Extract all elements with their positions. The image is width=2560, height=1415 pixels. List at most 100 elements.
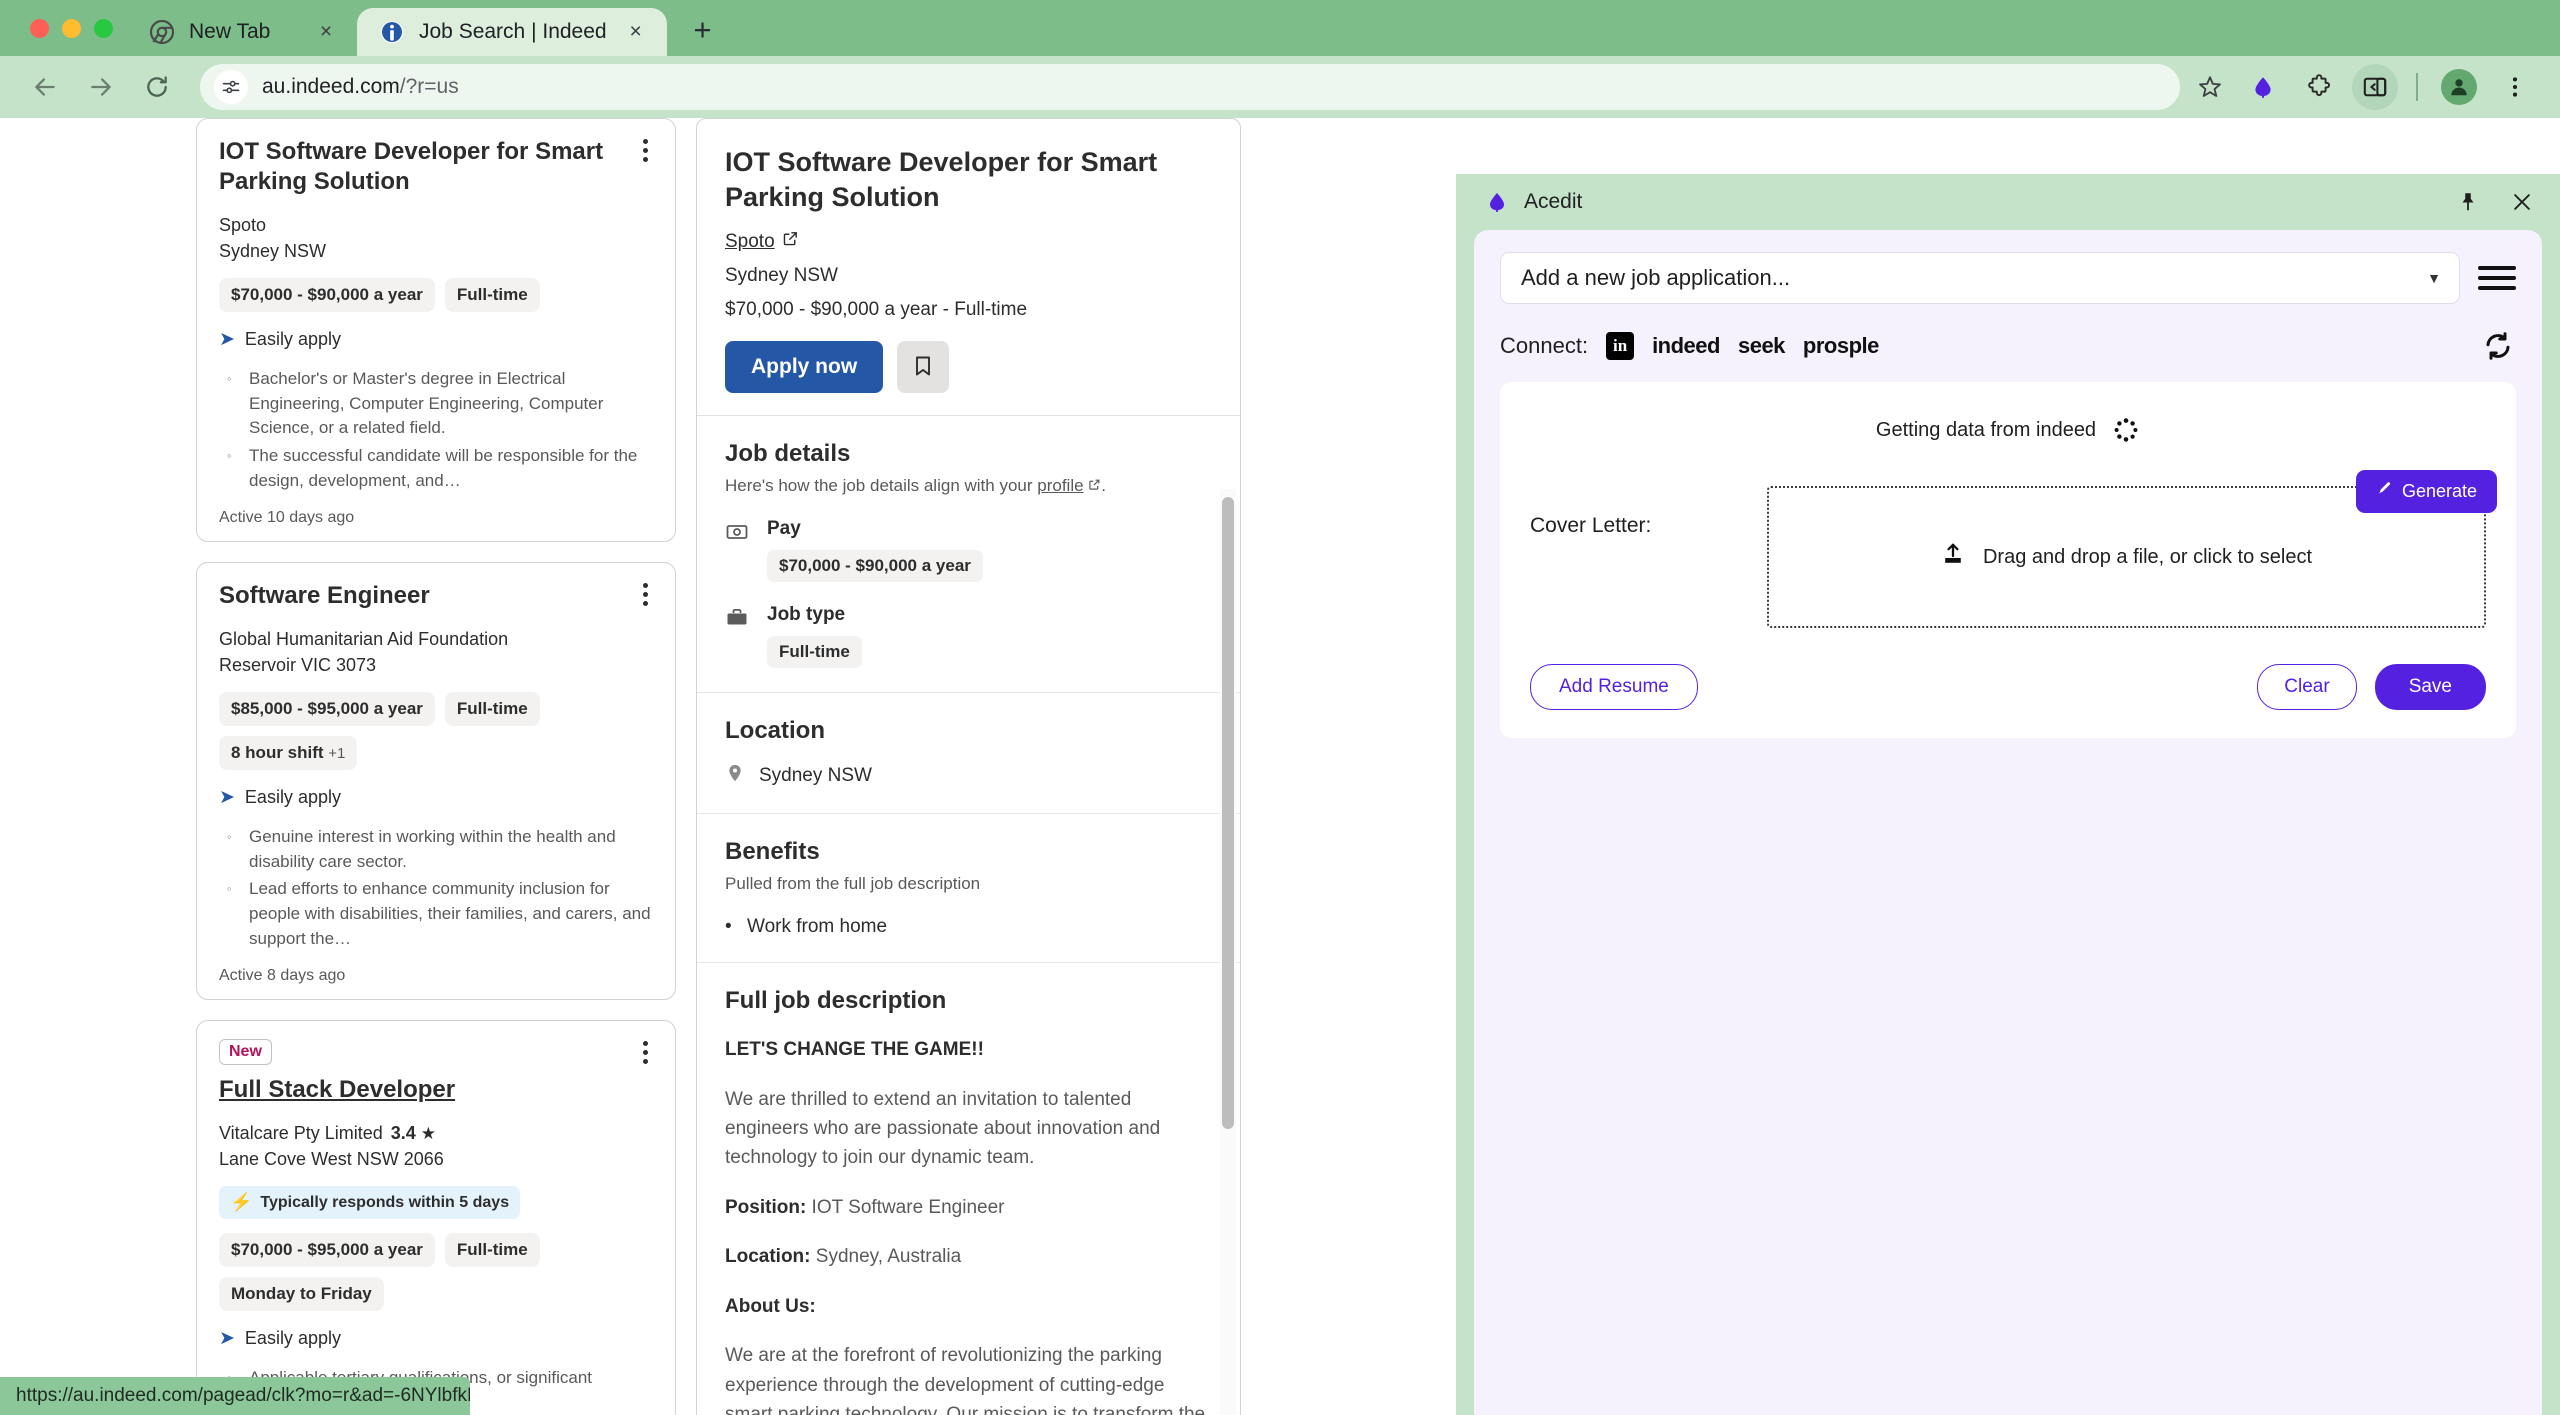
prosple-icon[interactable]: prosple [1803, 333, 1879, 359]
add-resume-button[interactable]: Add Resume [1530, 664, 1698, 710]
easily-apply-label: Easily apply [244, 1328, 341, 1349]
easily-apply-label: Easily apply [244, 329, 341, 350]
job-pay-summary: $70,000 - $90,000 a year - Full-time [725, 299, 1028, 321]
profile-avatar-icon[interactable] [2436, 64, 2482, 110]
forward-icon[interactable] [78, 64, 124, 110]
reload-icon[interactable] [134, 64, 180, 110]
jobtype-label: Job type [767, 604, 846, 626]
company-name: Spoto [725, 230, 775, 252]
list-item: ◦ Genuine interest in working within the … [227, 825, 655, 874]
job-results-list: IOT Software Developer for Smart Parking… [196, 118, 676, 1415]
job-card-company: Spoto Sydney NSW [219, 212, 655, 264]
avatar [2441, 69, 2477, 105]
refresh-icon[interactable] [2480, 328, 2516, 364]
job-card-menu-icon[interactable] [631, 577, 659, 611]
browser-window: New Tab × Job Search | Indeed × + au.ind… [0, 0, 2560, 1415]
company-link[interactable]: Spoto [725, 230, 799, 253]
save-job-button[interactable] [897, 341, 950, 394]
acedit-footer: Add Resume Clear Save [1530, 664, 2486, 710]
maximize-window-button[interactable] [94, 18, 113, 38]
window-controls [20, 0, 127, 56]
generate-button[interactable]: Generate [2355, 470, 2497, 513]
job-card[interactable]: Software Engineer Global Humanitarian Ai… [196, 562, 676, 1001]
extensions-puzzle-icon[interactable] [2296, 64, 2342, 110]
job-application-select[interactable]: Add a new job application... ▼ [1500, 252, 2460, 304]
select-value: Add a new job application... [1521, 265, 1791, 290]
clear-button[interactable]: Clear [2257, 664, 2357, 710]
company-name: Spoto [219, 214, 267, 235]
job-card[interactable]: New Full Stack Developer Vitalcare Pty L… [196, 1020, 676, 1415]
job-card-active-date: Active 10 days ago [219, 509, 355, 527]
save-button[interactable]: Save [2374, 664, 2486, 710]
chrome-menu-icon[interactable] [2492, 64, 2538, 110]
list-item: • Work from home [725, 916, 1212, 938]
cover-letter-label: Cover Letter: [1530, 514, 1652, 537]
pin-icon[interactable] [2448, 182, 2488, 222]
bookmark-star-icon[interactable] [2190, 67, 2230, 107]
job-detail-actions: Apply now [725, 341, 1212, 394]
job-detail-panel: IOT Software Developer for Smart Parking… [696, 118, 1241, 1415]
seek-icon[interactable]: seek [1738, 333, 1785, 359]
job-card-menu-icon[interactable] [631, 1035, 659, 1069]
connect-label: Connect: [1500, 333, 1589, 358]
linkedin-icon[interactable]: in [1606, 332, 1635, 360]
close-window-button[interactable] [30, 18, 49, 38]
indeed-icon[interactable]: indeed [1652, 333, 1720, 359]
close-icon[interactable]: × [621, 17, 651, 47]
description-intro: We are thrilled to extend an invitation … [725, 1088, 1161, 1169]
description-tagline: LET'S CHANGE THE GAME!! [725, 1039, 984, 1061]
description-location: Location: Sydney, Australia [725, 1246, 962, 1268]
jobtype-row: Job type Full-time [725, 604, 1212, 669]
apply-now-button[interactable]: Apply now [725, 341, 884, 394]
job-card-title[interactable]: IOT Software Developer for Smart Parking… [219, 137, 655, 198]
schedule-chip: Monday to Friday [219, 1277, 384, 1312]
benefit-text: Work from home [747, 916, 888, 938]
tab-new-tab[interactable]: New Tab × [127, 8, 357, 56]
job-card[interactable]: IOT Software Developer for Smart Parking… [196, 118, 676, 543]
job-card-company: Vitalcare Pty Limited 3.4 ★ Lane Cove Wes… [219, 1120, 655, 1173]
salary-chip: $85,000 - $95,000 a year [219, 691, 435, 726]
new-tab-button[interactable]: + [681, 8, 725, 52]
connect-row: Connect: in indeed seek prosple [1500, 328, 2516, 364]
bullet-text: Bachelor's or Master's degree in Electri… [249, 369, 604, 438]
address-bar[interactable]: au.indeed.com/?r=us [200, 64, 2180, 110]
list-item: ◦ Bachelor's or Master's degree in Electr… [227, 367, 655, 441]
minimize-window-button[interactable] [62, 18, 81, 38]
side-panel-icon[interactable] [2352, 64, 2398, 110]
easily-apply-label: Easily apply [244, 786, 341, 807]
cover-letter-row: Cover Letter: Generate Drag and drop a f… [1530, 470, 2497, 628]
acedit-logo-icon [1484, 189, 1510, 215]
job-card-menu-icon[interactable] [631, 133, 659, 167]
close-icon[interactable]: × [311, 17, 341, 47]
bullet-icon: ◦ [227, 828, 232, 844]
external-link-icon [782, 230, 799, 253]
indeed-page: IOT Software Developer for Smart Parking… [0, 118, 1452, 1415]
jobtype-chip: Full-time [444, 1233, 540, 1268]
pay-row: Pay $70,000 - $90,000 a year [725, 518, 1212, 583]
job-card-company: Global Humanitarian Aid Foundation Reser… [219, 626, 655, 678]
profile-link[interactable]: profile [1037, 476, 1083, 495]
cover-letter-dropzone[interactable]: Generate Drag and drop a file, or click … [1767, 470, 2497, 628]
job-card-title[interactable]: Full Stack Developer [219, 1075, 655, 1105]
detail-scrollbar-thumb[interactable] [1222, 497, 1234, 1129]
salary-chip: $70,000 - $90,000 a year [219, 278, 435, 313]
status-bar-url: https://au.indeed.com/pagead/clk?mo=r&ad… [0, 1377, 470, 1415]
bolt-icon: ⚡ [230, 1192, 253, 1213]
job-card-chips: $70,000 - $95,000 a year Full-time Monda… [219, 1233, 655, 1312]
tab-job-search-indeed[interactable]: Job Search | Indeed × [357, 8, 667, 56]
salary-chip: $70,000 - $95,000 a year [219, 1233, 435, 1268]
jobtype-chip: Full-time [444, 278, 540, 313]
job-location: Lane Cove West NSW 2066 [219, 1149, 444, 1170]
dropzone-text: Drag and drop a file, or click to select [1982, 545, 2313, 568]
hamburger-menu-icon[interactable] [2478, 266, 2516, 290]
acedit-extension-icon[interactable] [2240, 64, 2286, 110]
response-time-label: Typically responds within 5 days [260, 1193, 510, 1211]
send-icon: ➤ [219, 1328, 235, 1350]
close-icon[interactable] [2502, 182, 2542, 222]
chrome-icon [149, 19, 175, 45]
back-icon[interactable] [22, 64, 68, 110]
job-card-title[interactable]: Software Engineer [219, 581, 655, 611]
site-settings-icon[interactable] [214, 70, 248, 104]
status-text: Getting data from indeed [1875, 418, 2097, 441]
section-heading: Job details [725, 440, 851, 468]
